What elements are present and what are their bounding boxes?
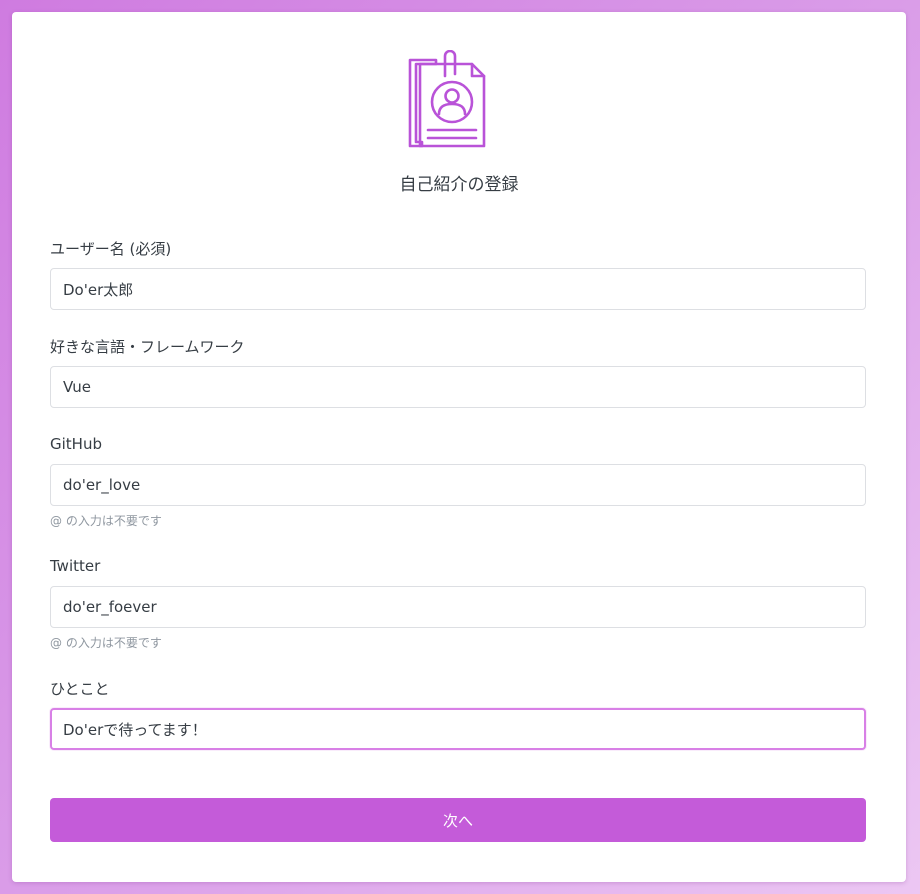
username-label: ユーザー名 (必須) bbox=[50, 240, 172, 258]
comment-input[interactable] bbox=[50, 708, 866, 750]
twitter-input[interactable] bbox=[50, 586, 866, 628]
github-hint: @ の入力は不要です bbox=[50, 514, 162, 528]
github-label: GitHub bbox=[50, 435, 102, 453]
favorite-language-input[interactable] bbox=[50, 366, 866, 408]
twitter-hint: @ の入力は不要です bbox=[50, 636, 162, 650]
favorite-language-label: 好きな言語・フレームワーク bbox=[50, 338, 245, 356]
registration-card: 自己紹介の登録 ユーザー名 (必須) 好きな言語・フレームワーク GitHub … bbox=[12, 12, 906, 882]
next-button[interactable]: 次へ bbox=[50, 798, 866, 842]
twitter-label: Twitter bbox=[50, 557, 101, 575]
username-input[interactable] bbox=[50, 268, 866, 310]
github-input[interactable] bbox=[50, 464, 866, 506]
page-title: 自己紹介の登録 bbox=[399, 175, 519, 195]
profile-document-icon bbox=[408, 50, 486, 148]
comment-label: ひとこと bbox=[50, 680, 110, 698]
